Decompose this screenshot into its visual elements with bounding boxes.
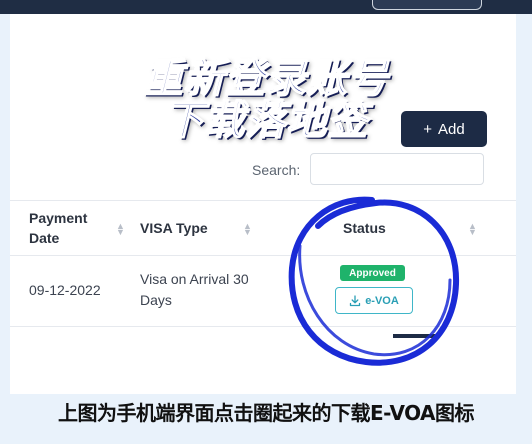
sort-icon[interactable]: ▲ ▼	[468, 222, 477, 237]
payment-date-cell: 09-12-2022	[29, 282, 101, 298]
download-icon	[350, 294, 361, 306]
visa-type-line1: Visa on Arrival 30	[140, 271, 249, 287]
column-header-payment-date-line2: Date	[29, 230, 60, 246]
table-top-divider	[10, 200, 516, 201]
status-badge: Approved	[340, 265, 405, 281]
overlay-title-line1: 重新登录账号	[142, 56, 389, 102]
download-evoa-label: e-VOA	[365, 294, 399, 307]
top-navigation-bar	[0, 0, 532, 14]
caption: 上图为手机端界面点击圈起来的下载E-VOA图标	[57, 401, 475, 425]
visa-type-line2: Days	[140, 292, 172, 308]
column-header-visa-type[interactable]: VISA Type	[140, 218, 208, 238]
overlay-title-line2: 下载落地签	[163, 98, 369, 144]
overlay-title: 重新登录账号 下载落地签	[0, 56, 532, 144]
table-header-divider	[10, 255, 516, 256]
column-header-payment-date[interactable]: Payment Date	[29, 208, 87, 248]
table-row-divider	[10, 326, 516, 327]
column-header-payment-date-line1: Payment	[29, 210, 88, 226]
top-bar-button[interactable]	[372, 0, 482, 10]
download-evoa-button[interactable]: e-VOA	[335, 287, 413, 314]
sort-icon[interactable]: ▲ ▼	[243, 222, 252, 237]
search-input[interactable]	[310, 153, 484, 185]
horizontal-scrollbar[interactable]	[393, 334, 435, 338]
search-label: Search:	[252, 162, 301, 178]
column-header-status[interactable]: Status	[343, 218, 386, 238]
sort-icon[interactable]: ▲ ▼	[116, 222, 125, 237]
visa-type-cell: Visa on Arrival 30 Days	[140, 269, 249, 311]
